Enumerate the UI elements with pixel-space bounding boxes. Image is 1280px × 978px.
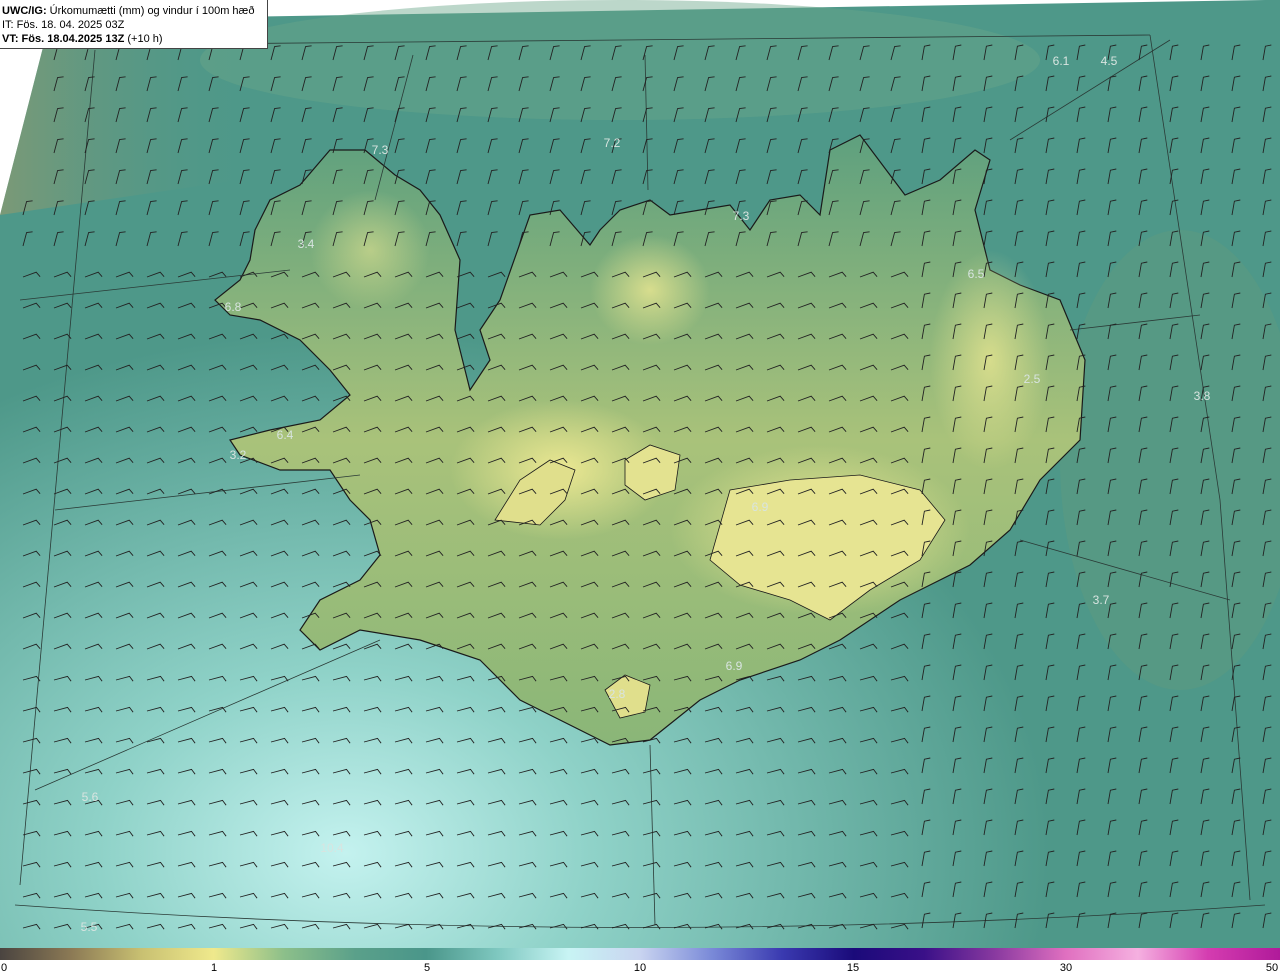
- colorbar-tick: 5: [423, 962, 431, 974]
- value-label: 7.3: [371, 143, 389, 157]
- precipitation-map: [0, 0, 1280, 948]
- model-name: UWC/IG:: [2, 5, 47, 17]
- value-label: 6.5: [967, 267, 985, 281]
- highland-east-fjords: [930, 250, 1050, 470]
- colorbar-tick: 10: [633, 962, 647, 974]
- value-label: 3.2: [229, 448, 247, 462]
- north-sea-band: [200, 0, 1040, 120]
- forecast-offset: (+10 h): [127, 33, 163, 45]
- colorbar-tick: 15: [846, 962, 860, 974]
- value-label: 3.4: [297, 237, 315, 251]
- map-area[interactable]: 7.3 7.2 7.3 6.1 4.5 3.4 6.5 6.8 2.5 3.8 …: [0, 0, 1280, 948]
- value-label: 6.4: [276, 428, 294, 442]
- value-label: 6.8: [224, 300, 242, 314]
- value-label: 6.1: [1052, 54, 1070, 68]
- map-title: Úrkomumætti (mm) og vindur í 100m hæð: [49, 5, 255, 17]
- value-label: 6.9: [751, 500, 769, 514]
- highland-north: [590, 235, 710, 345]
- init-time: IT: Fös. 18. 04. 2025 03Z: [2, 19, 125, 31]
- colorbar-fill: [0, 948, 1280, 960]
- title-line: UWC/IG: Úrkomumætti (mm) og vindur í 100…: [2, 4, 267, 18]
- value-label: 4.5: [1100, 54, 1118, 68]
- westfjords-high: [310, 190, 430, 310]
- map-info-box: UWC/IG: Úrkomumætti (mm) og vindur í 100…: [0, 0, 268, 49]
- value-label: 6.9: [725, 659, 743, 673]
- colorbar-tick: 50: [1265, 962, 1279, 974]
- value-label: 3.8: [1193, 389, 1211, 403]
- value-label: 10.4: [320, 841, 344, 855]
- value-label: 7.2: [603, 136, 621, 150]
- value-label: 2.8: [608, 687, 626, 701]
- valid-time: VT: Fös. 18.04.2025 13Z: [2, 33, 125, 45]
- colorbar-tick: 1: [210, 962, 218, 974]
- value-label: 5.6: [81, 790, 99, 804]
- value-label: 5.5: [80, 920, 98, 934]
- value-label: 2.5: [1023, 372, 1041, 386]
- value-label: 7.3: [732, 209, 750, 223]
- value-label: 3.7: [1092, 593, 1110, 607]
- colorbar-tick: 0: [0, 962, 8, 974]
- valid-time-line: VT: Fös. 18.04.2025 13Z (+10 h): [2, 32, 267, 46]
- colorbar-tick: 30: [1059, 962, 1073, 974]
- colorbar: [0, 948, 1280, 960]
